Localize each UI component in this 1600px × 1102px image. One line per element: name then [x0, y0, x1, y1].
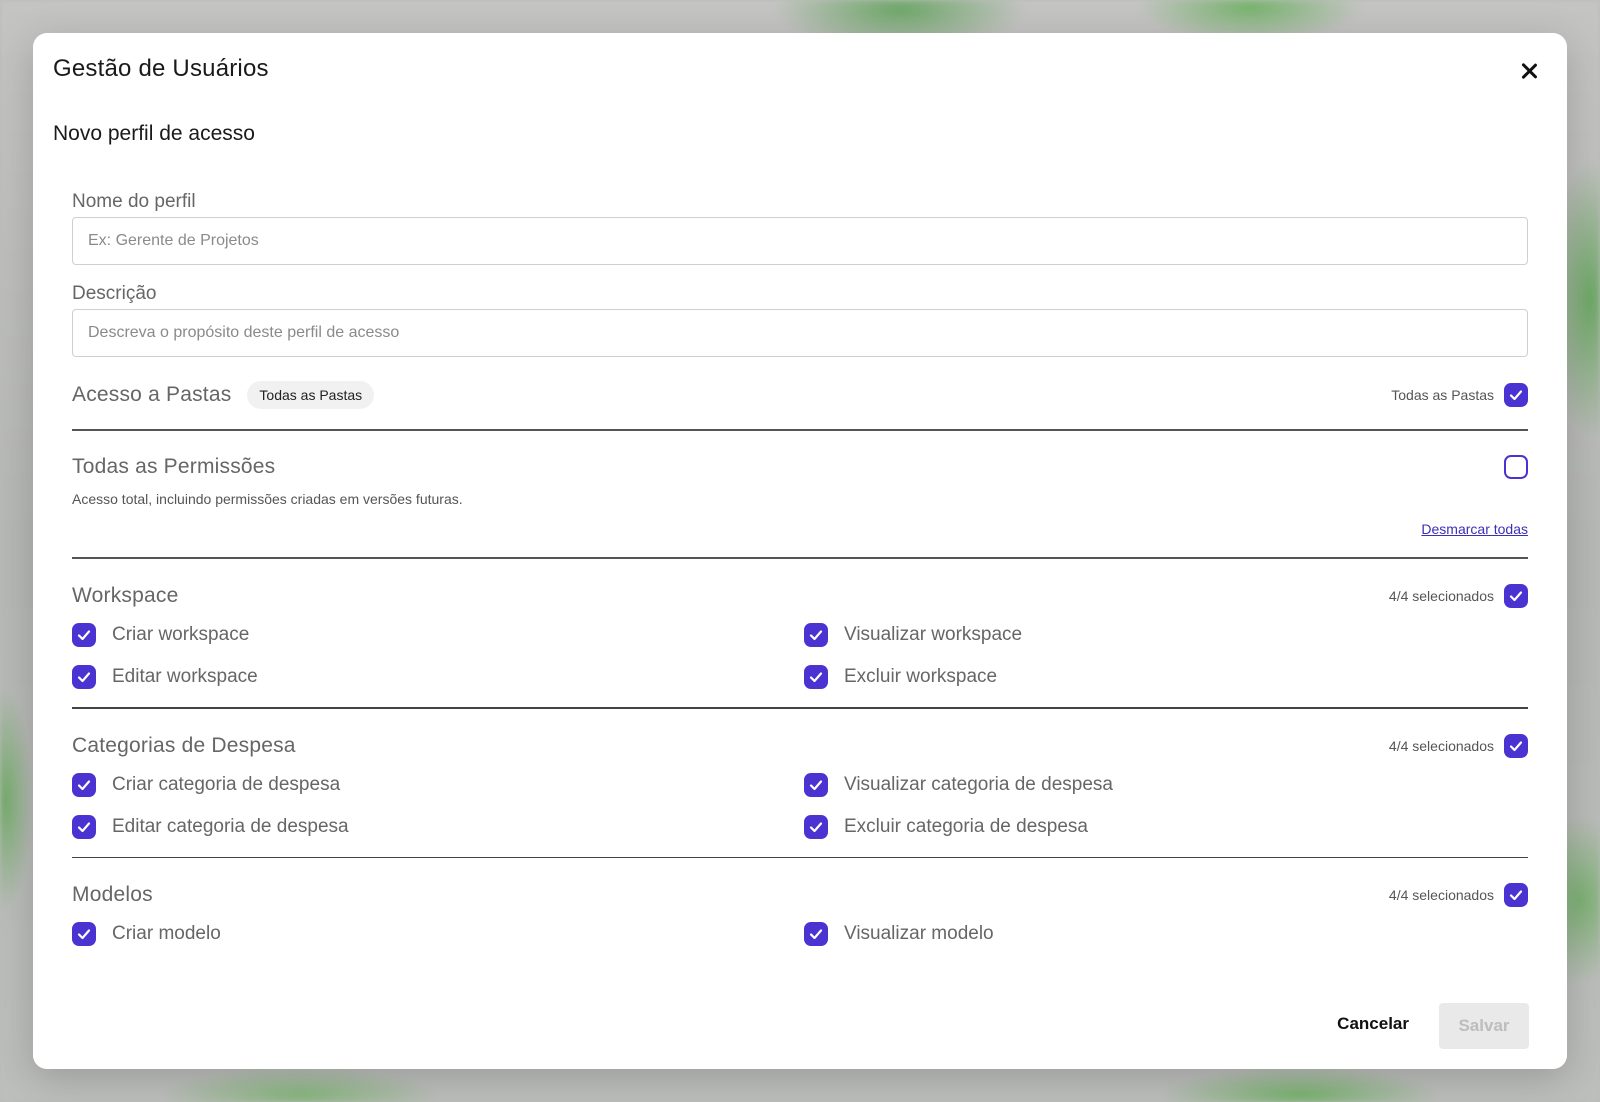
modal-title: Gestão de Usuários [53, 55, 269, 82]
user-management-modal: Gestão de Usuários Novo perfil de acesso… [33, 33, 1567, 1069]
form-content: Nome do perfil Descrição Acesso a Pastas… [72, 173, 1528, 964]
permission-checkbox[interactable] [72, 623, 96, 647]
permission-checkbox[interactable] [72, 772, 96, 797]
check-icon [809, 672, 823, 683]
check-icon [77, 821, 91, 832]
check-icon [809, 929, 823, 940]
permission-item[interactable]: Visualizar categoria de despesa [804, 772, 1528, 797]
modal-subtitle: Novo perfil de acesso [53, 122, 255, 145]
profile-name-label: Nome do perfil [72, 191, 196, 212]
group-count: 4/4 selecionados [1388, 588, 1494, 604]
unselect-all-link[interactable]: Desmarcar todas [1421, 521, 1528, 537]
permission-label: Editar categoria de despesa [112, 815, 349, 837]
permission-checkbox[interactable] [72, 922, 96, 946]
permission-checkbox[interactable] [804, 772, 828, 797]
all-folders-checkbox[interactable] [1504, 383, 1528, 407]
folder-access-pill: Todas as Pastas [247, 381, 375, 409]
check-icon [77, 672, 91, 683]
group-title: Modelos [72, 883, 153, 906]
check-icon [809, 630, 823, 641]
permission-label: Excluir categoria de despesa [844, 815, 1088, 837]
permission-label: Criar categoria de despesa [112, 773, 341, 795]
divider [72, 429, 1528, 431]
form-scroll-area[interactable]: Nome do perfil Descrição Acesso a Pastas… [33, 173, 1567, 998]
all-permissions-row: Todas as Permissões [72, 451, 1528, 483]
all-folders-label: Todas as Pastas [1391, 387, 1494, 403]
permission-checkbox[interactable] [804, 665, 828, 689]
permission-item[interactable]: Excluir categoria de despesa [804, 814, 1528, 839]
check-icon [1509, 740, 1523, 751]
description-label: Descrição [72, 283, 157, 304]
permission-label: Visualizar categoria de despesa [844, 773, 1113, 795]
check-icon [1509, 890, 1523, 901]
group-title: Categorias de Despesa [72, 733, 296, 757]
permission-label: Criar modelo [112, 923, 221, 944]
permission-item[interactable]: Criar categoria de despesa [72, 772, 804, 797]
permission-item[interactable]: Visualizar modelo [804, 922, 1528, 946]
permission-label: Visualizar modelo [844, 923, 994, 944]
group-checkbox[interactable] [1504, 584, 1528, 608]
permission-label: Editar workspace [112, 666, 258, 687]
permission-checkbox[interactable] [72, 665, 96, 689]
permission-item[interactable]: Editar workspace [72, 665, 804, 689]
permission-checkbox[interactable] [804, 814, 828, 839]
group-checkbox[interactable] [1504, 733, 1528, 758]
folder-access-title: Acesso a Pastas [72, 383, 232, 406]
all-permissions-title: Todas as Permissões [72, 455, 276, 478]
description-input[interactable] [72, 309, 1528, 357]
permission-checkbox[interactable] [804, 922, 828, 946]
all-permissions-checkbox[interactable] [1504, 455, 1528, 479]
permission-item[interactable]: Criar workspace [72, 623, 804, 647]
check-icon [1509, 390, 1523, 401]
permission-label: Visualizar workspace [844, 624, 1023, 645]
check-icon [77, 779, 91, 790]
permission-item[interactable]: Excluir workspace [804, 665, 1528, 689]
save-button[interactable]: Salvar [1439, 1003, 1529, 1049]
permission-label: Excluir workspace [844, 666, 998, 687]
group-title: Workspace [72, 584, 179, 607]
group-count: 4/4 selecionados [1388, 887, 1494, 903]
close-icon[interactable] [1517, 59, 1541, 83]
profile-name-input[interactable] [72, 217, 1528, 265]
permission-item[interactable]: Visualizar workspace [804, 623, 1528, 647]
check-icon [77, 630, 91, 641]
footer: Cancelar Salvar [33, 959, 1567, 1069]
permission-group-expense-categories: Categorias de Despesa 4/4 selecionados C… [72, 709, 1528, 858]
folder-access-row: Acesso a Pastas Todas as Pastas Todas as… [72, 379, 1528, 411]
permission-item[interactable]: Editar categoria de despesa [72, 814, 804, 839]
group-checkbox[interactable] [1504, 883, 1528, 907]
permission-group-workspace: Workspace 4/4 selecionados Criar workspa… [72, 559, 1528, 709]
group-count: 4/4 selecionados [1388, 737, 1494, 754]
permission-checkbox[interactable] [804, 623, 828, 647]
check-icon [809, 821, 823, 832]
permission-checkbox[interactable] [72, 814, 96, 839]
permission-group-models: Modelos 4/4 selecionados Criar modelo Vi… [72, 858, 1528, 964]
check-icon [1509, 591, 1523, 602]
permission-label: Criar workspace [112, 624, 250, 645]
check-icon [77, 929, 91, 940]
check-icon [809, 779, 823, 790]
all-permissions-description: Acesso total, incluindo permissões criad… [72, 491, 463, 507]
cancel-button[interactable]: Cancelar [1319, 1001, 1427, 1047]
permission-item[interactable]: Criar modelo [72, 922, 804, 946]
